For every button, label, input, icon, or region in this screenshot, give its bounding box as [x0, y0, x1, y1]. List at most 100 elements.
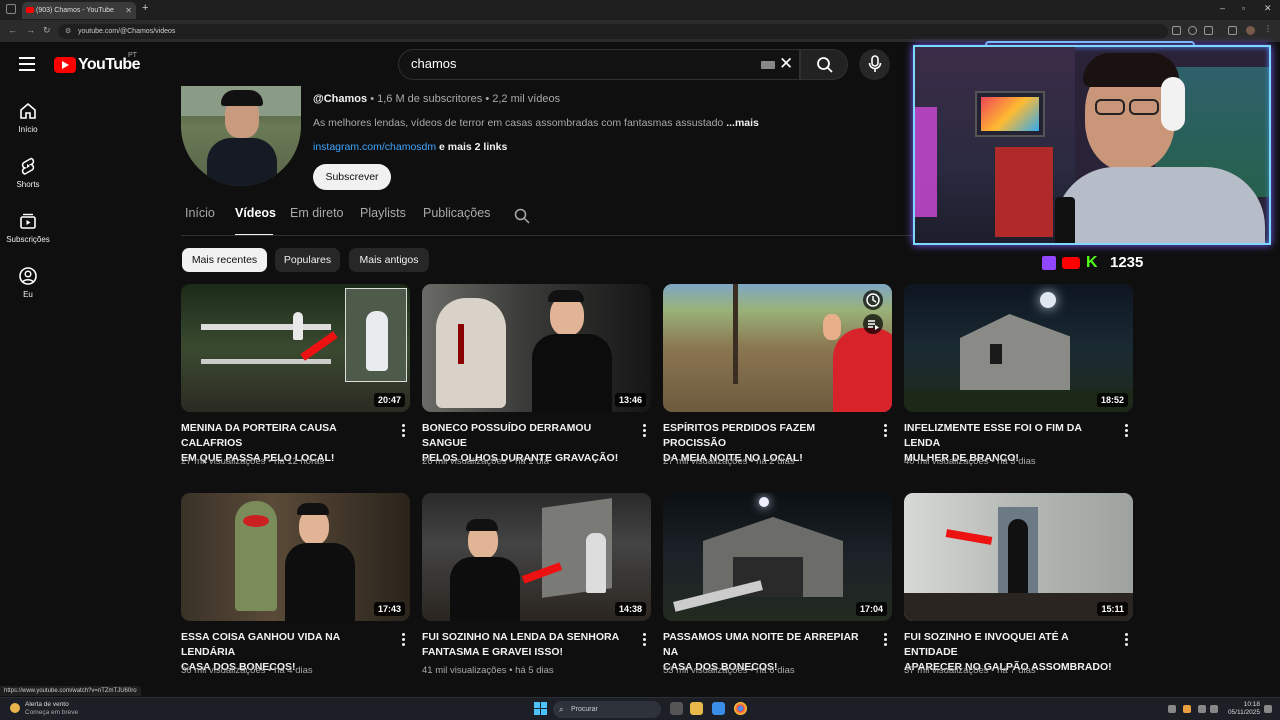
clear-search-icon[interactable]: ✕ — [779, 54, 793, 74]
video-thumbnail[interactable]: 20:47 — [181, 284, 410, 412]
extensions-icon[interactable] — [1228, 26, 1237, 35]
subscriber-counter: 1235 — [1110, 254, 1144, 271]
tray-app-icon[interactable] — [1183, 705, 1191, 713]
video-meta: 27 mil visualizações • há 2 dias — [663, 456, 795, 467]
taskbar-search-icon: ⌕ — [559, 705, 564, 714]
watch-later-icon[interactable] — [863, 290, 883, 310]
browser-tab[interactable]: (903) Chamos - YouTube ✕ — [22, 2, 136, 19]
video-thumbnail[interactable] — [663, 284, 892, 412]
more-links-link[interactable]: e mais 2 links — [439, 141, 507, 153]
video-thumbnail[interactable]: 15:11 — [904, 493, 1133, 621]
video-thumbnail[interactable]: 18:52 — [904, 284, 1133, 412]
chrome-icon[interactable] — [734, 702, 747, 715]
zoom-icon[interactable] — [1188, 26, 1197, 35]
new-tab-button[interactable]: + — [142, 2, 148, 14]
tab-em-direto[interactable]: Em direto — [290, 206, 344, 220]
browser-menu-icon[interactable]: ⋮ — [1264, 24, 1273, 33]
window-close-icon[interactable]: ✕ — [1264, 3, 1272, 14]
link-preview-url: https://www.youtube.com/watch?v=nTZmTJU6… — [0, 686, 141, 696]
country-code: PT — [128, 52, 137, 59]
site-info-icon[interactable]: ⚙ — [65, 24, 71, 39]
install-icon[interactable] — [1172, 26, 1181, 35]
video-thumbnail[interactable]: 13:46 — [422, 284, 651, 412]
subscribe-button[interactable]: Subscrever — [313, 164, 391, 190]
video-options-icon[interactable] — [398, 424, 408, 440]
channel-description-text: As melhores lendas, vídeos de terror em … — [313, 117, 724, 129]
keyboard-icon[interactable] — [761, 61, 775, 69]
sidebar-item-subscricoes[interactable]: Subscrições — [0, 211, 56, 244]
tab-inicio[interactable]: Início — [185, 206, 215, 220]
maximize-icon[interactable]: ▫ — [1242, 3, 1245, 13]
network-icon[interactable] — [1198, 705, 1206, 713]
back-icon[interactable]: ← — [8, 25, 17, 35]
store-icon[interactable] — [712, 702, 725, 715]
tab-actions-icon[interactable] — [6, 4, 16, 14]
video-options-icon[interactable] — [880, 633, 890, 649]
notifications-icon[interactable] — [1264, 705, 1272, 713]
task-view-icon[interactable] — [670, 702, 683, 715]
taskbar-search[interactable]: ⌕ Procurar — [553, 701, 661, 718]
chip-mais-recentes[interactable]: Mais recentes — [182, 248, 267, 272]
browser-tab-bar: (903) Chamos - YouTube ✕ + – ▫ ✕ — [0, 0, 1280, 20]
channel-meta: @Chamos • 1,6 M de subscritores • 2,2 mi… — [313, 93, 560, 105]
video-card[interactable]: ESPÍRITOS PERDIDOS FAZEM PROCISSÃO DA MEI… — [663, 284, 892, 474]
sidebar-item-label: Início — [18, 125, 38, 134]
tab-videos[interactable]: Vídeos — [235, 206, 276, 220]
description-more-link[interactable]: ...mais — [726, 117, 759, 129]
video-card[interactable]: 14:38 FUI SOZINHO NA LENDA DA SENHORA FAN… — [422, 493, 651, 683]
chip-populares[interactable]: Populares — [275, 248, 340, 272]
sidebar-item-eu[interactable]: Eu — [0, 266, 56, 299]
file-explorer-icon[interactable] — [690, 702, 703, 715]
search-button[interactable] — [800, 49, 848, 80]
video-thumbnail[interactable]: 17:43 — [181, 493, 410, 621]
channel-avatar[interactable] — [181, 86, 301, 186]
video-thumbnail[interactable]: 14:38 — [422, 493, 651, 621]
hamburger-menu-icon[interactable] — [19, 57, 35, 71]
video-card[interactable]: 18:52 INFELIZMENTE ESSE FOI O FIM DA LEN… — [904, 284, 1133, 474]
video-options-icon[interactable] — [639, 633, 649, 649]
reload-icon[interactable]: ↻ — [43, 25, 51, 36]
add-to-queue-icon[interactable] — [863, 314, 883, 334]
voice-search-button[interactable] — [859, 49, 890, 80]
windows-start-icon[interactable] — [534, 702, 547, 715]
forward-icon[interactable]: → — [26, 25, 35, 35]
video-duration: 13:46 — [614, 393, 646, 407]
meta-separator: • — [485, 93, 490, 105]
search-input[interactable] — [411, 56, 741, 71]
channel-description[interactable]: As melhores lendas, vídeos de terror em … — [313, 117, 773, 129]
profile-avatar-icon[interactable] — [1246, 26, 1255, 35]
youtube-icon — [1062, 257, 1080, 269]
video-card[interactable]: 17:43 ESSA COISA GANHOU VIDA NA LENDÁRIA… — [181, 493, 410, 683]
video-card[interactable]: 17:04 PASSAMOS UMA NOITE DE ARREPIAR NA C… — [663, 493, 892, 683]
sidebar-item-shorts[interactable]: Shorts — [0, 156, 56, 189]
instagram-link[interactable]: instagram.com/chamosdm — [313, 141, 436, 153]
channel-search-icon[interactable] — [514, 208, 530, 224]
chip-mais-antigos[interactable]: Mais antigos — [349, 248, 429, 272]
video-options-icon[interactable] — [880, 424, 890, 440]
video-card[interactable]: 20:47 MENINA DA PORTEIRA CAUSA CALAFRIOS… — [181, 284, 410, 474]
minimize-icon[interactable]: – — [1220, 3, 1225, 13]
tab-playlists[interactable]: Playlists — [360, 206, 406, 220]
video-duration: 20:47 — [373, 393, 405, 407]
close-tab-icon[interactable]: ✕ — [125, 2, 132, 19]
tab-publicacoes[interactable]: Publicações — [423, 206, 490, 220]
bookmark-icon[interactable] — [1204, 26, 1213, 35]
video-options-icon[interactable] — [639, 424, 649, 440]
video-options-icon[interactable] — [1121, 424, 1131, 440]
video-meta: 41 mil visualizações • há 5 dias — [422, 665, 554, 676]
system-clock[interactable]: 10:18 05/11/2025 — [1222, 701, 1260, 717]
video-options-icon[interactable] — [398, 633, 408, 649]
volume-icon[interactable] — [1210, 705, 1218, 713]
video-count: 2,2 mil vídeos — [492, 93, 561, 105]
kick-icon: K — [1086, 254, 1098, 271]
video-duration: 14:38 — [614, 602, 646, 616]
video-options-icon[interactable] — [1121, 633, 1131, 649]
video-card[interactable]: 13:46 BONECO POSSUÍDO DERRAMOU SANGUE PEL… — [422, 284, 651, 474]
url-field[interactable]: ⚙ youtube.com/@Chamos/videos — [58, 24, 1168, 39]
tray-chevron-icon[interactable] — [1168, 705, 1176, 713]
search-icon — [817, 57, 833, 73]
video-thumbnail[interactable]: 17:04 — [663, 493, 892, 621]
sidebar-item-inicio[interactable]: Início — [0, 101, 56, 134]
video-card[interactable]: 15:11 FUI SOZINHO E INVOQUEI ATÉ A ENTID… — [904, 493, 1133, 683]
video-title[interactable]: FUI SOZINHO NA LENDA DA SENHORA FANTASMA … — [422, 630, 632, 660]
